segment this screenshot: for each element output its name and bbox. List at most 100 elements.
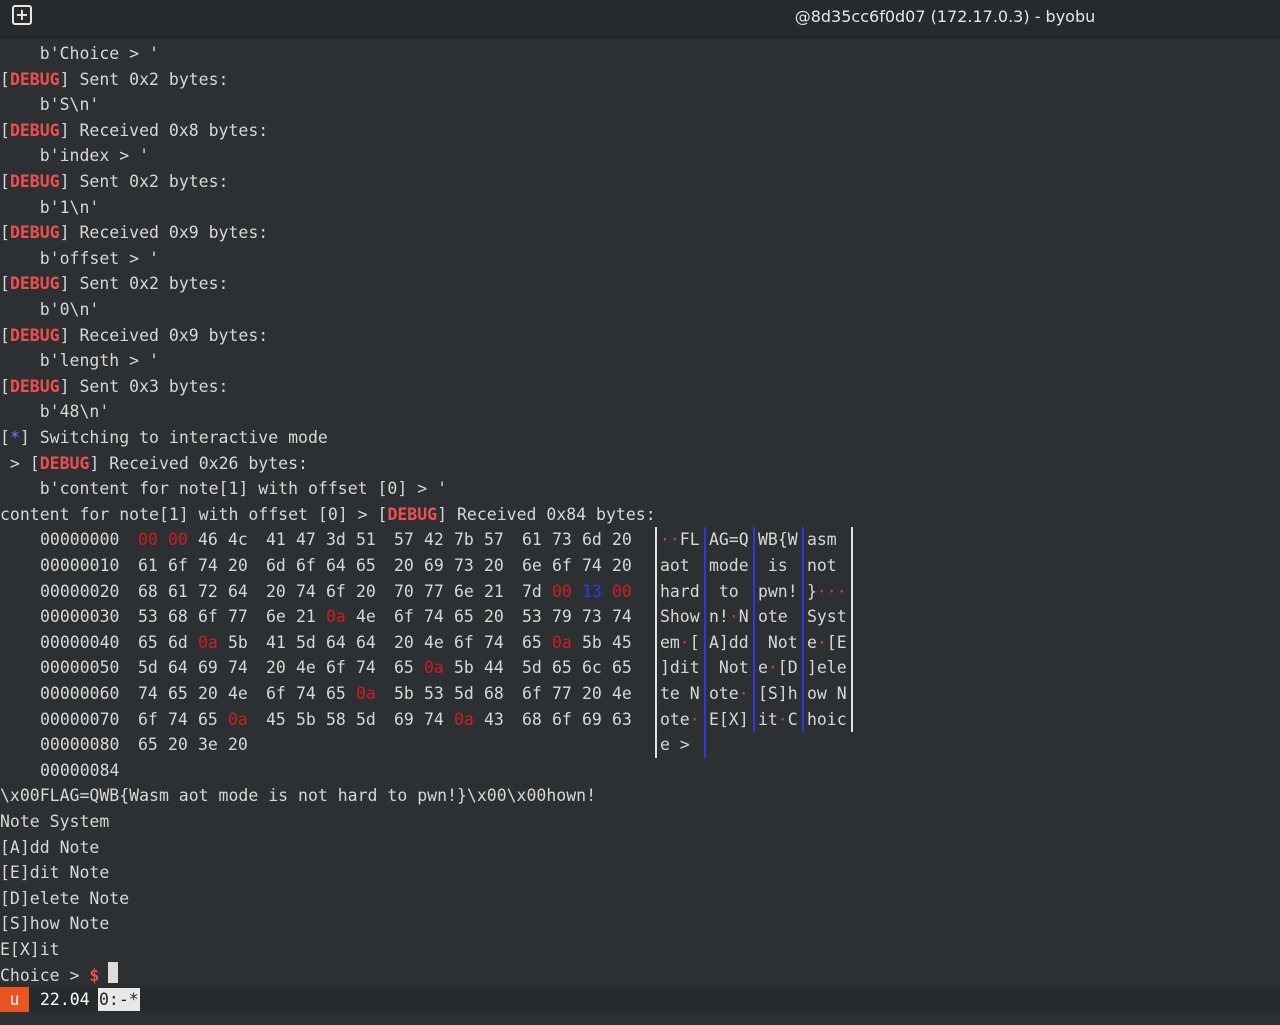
hex-byte: 61 — [138, 556, 158, 575]
log-text: b'Choice > ' — [39, 44, 159, 63]
hex-byte: 6f — [394, 607, 414, 627]
output-line: [A]dd Note — [0, 837, 100, 857]
log-line: b'content for note[1] with offset [0] > … — [0, 476, 447, 502]
hex-byte: 13 — [582, 581, 602, 601]
log-prefix — [0, 249, 40, 268]
log-text: Received 0x26 bytes: — [99, 453, 308, 473]
hex-byte: 5b — [296, 709, 316, 729]
hex-byte: 65 — [168, 684, 188, 703]
hex-byte: 21 — [484, 581, 504, 601]
hex-byte: 6e — [522, 556, 542, 575]
session-indicator: u — [0, 987, 29, 1012]
os-version: 22.04 — [40, 990, 90, 1009]
hexdump-separator — [704, 527, 706, 758]
hex-byte: 69 — [394, 709, 414, 729]
hex-byte: 64 — [326, 556, 346, 575]
hex-offset: 00000040 — [40, 632, 120, 652]
hex-byte: 5d — [454, 684, 474, 703]
hex-byte: 74 — [296, 684, 316, 703]
hex-byte: 61 — [522, 530, 542, 550]
hex-byte: 4e — [228, 684, 248, 703]
log-text: Received 0x8 bytes: — [69, 120, 269, 140]
log-text: Switching to interactive mode — [29, 428, 328, 447]
hex-byte: 73 — [552, 530, 572, 550]
hex-byte: 21 — [296, 607, 316, 627]
log-text: b'S\n' — [39, 95, 100, 115]
hex-byte: 57 — [394, 530, 414, 550]
log-prefix — [0, 479, 40, 498]
byobu-status-bar: u 22.04 0:-* — [0, 987, 1280, 1012]
hex-byte: 74 — [138, 684, 158, 703]
hex-byte: 6f — [454, 632, 474, 652]
hex-byte: 44 — [484, 658, 504, 678]
hex-byte: 41 — [266, 632, 286, 652]
hex-byte: 45 — [612, 632, 632, 652]
hex-byte: 6f — [198, 607, 218, 627]
log-prefix — [0, 95, 40, 114]
log-line: [DEBUG] Sent 0x2 bytes: — [0, 69, 229, 89]
hex-byte: 20 — [582, 684, 602, 703]
debug-tag: DEBUG — [387, 504, 438, 524]
log-text: b'length > ' — [39, 351, 159, 371]
log-prefix — [0, 351, 40, 370]
hex-byte: 73 — [582, 607, 602, 627]
hex-byte: 0a — [552, 632, 572, 652]
hex-byte: 0a — [326, 607, 346, 627]
hex-byte: 79 — [552, 607, 572, 627]
hex-byte: 70 — [394, 581, 414, 601]
hex-byte: 64 — [228, 581, 248, 601]
hex-byte: 00 — [612, 581, 632, 601]
log-text: Sent 0x3 bytes: — [69, 376, 229, 396]
hex-byte: 73 — [454, 556, 474, 575]
hex-byte: 74 — [168, 709, 188, 729]
hex-byte: 3d — [326, 530, 346, 550]
hex-byte: 6f — [522, 684, 542, 703]
log-prefix — [0, 300, 40, 319]
hex-byte: 61 — [168, 581, 188, 601]
hex-byte: 5b — [582, 632, 602, 652]
log-line: content for note[1] with offset [0] > [D… — [0, 504, 656, 524]
hex-byte: 20 — [394, 556, 414, 575]
log-line: [DEBUG] Sent 0x3 bytes: — [0, 376, 229, 396]
debug-tag: DEBUG — [9, 325, 60, 345]
hex-byte: 77 — [228, 607, 248, 627]
hex-byte: 74 — [424, 607, 444, 627]
hex-byte: 20 — [228, 735, 248, 755]
hex-byte: 65 — [198, 709, 218, 729]
hex-byte: 45 — [266, 709, 286, 729]
hex-byte: 74 — [296, 581, 316, 601]
hex-byte: 5b — [228, 632, 248, 652]
hex-byte: 4e — [356, 607, 376, 627]
debug-tag: DEBUG — [9, 120, 60, 140]
log-text: Received 0x9 bytes: — [69, 325, 269, 345]
hex-byte: 0a — [424, 658, 444, 678]
output-line: [S]how Note — [0, 914, 110, 934]
log-text: Sent 0x2 bytes: — [69, 274, 229, 294]
hex-byte: 20 — [356, 581, 376, 601]
hex-byte: 64 — [326, 632, 346, 652]
hex-byte: 57 — [484, 530, 504, 550]
hex-byte: 6f — [552, 709, 572, 729]
hex-byte: 5d — [522, 658, 542, 678]
hex-offset: 00000030 — [40, 607, 120, 627]
hexdump-separator — [753, 527, 755, 733]
log-line: b'S\n' — [0, 92, 100, 118]
hex-byte: 65 — [394, 658, 414, 678]
hex-byte: 64 — [356, 632, 376, 652]
log-text: Sent 0x2 bytes: — [69, 172, 229, 191]
hex-byte: 74 — [612, 607, 632, 627]
hex-byte: 00 — [138, 530, 158, 550]
hex-byte: 41 — [266, 530, 286, 550]
window-tab[interactable]: 0:-* — [98, 988, 140, 1011]
hex-byte: 74 — [484, 632, 504, 652]
hex-offset: 00000084 — [40, 760, 120, 780]
hex-byte: 65 — [138, 735, 158, 755]
terminal-output[interactable]: b'Choice > ' [DEBUG] Sent 0x2 bytes: b'S\… — [0, 41, 1280, 985]
hex-byte: 63 — [612, 709, 632, 729]
hex-byte: 20 — [484, 556, 504, 575]
log-prefix — [0, 402, 40, 421]
log-line: b'Choice > ' — [0, 41, 159, 67]
hex-byte: 42 — [424, 530, 444, 550]
hex-byte: 6e — [266, 607, 286, 627]
log-line: [DEBUG] Received 0x9 bytes: — [0, 325, 269, 345]
